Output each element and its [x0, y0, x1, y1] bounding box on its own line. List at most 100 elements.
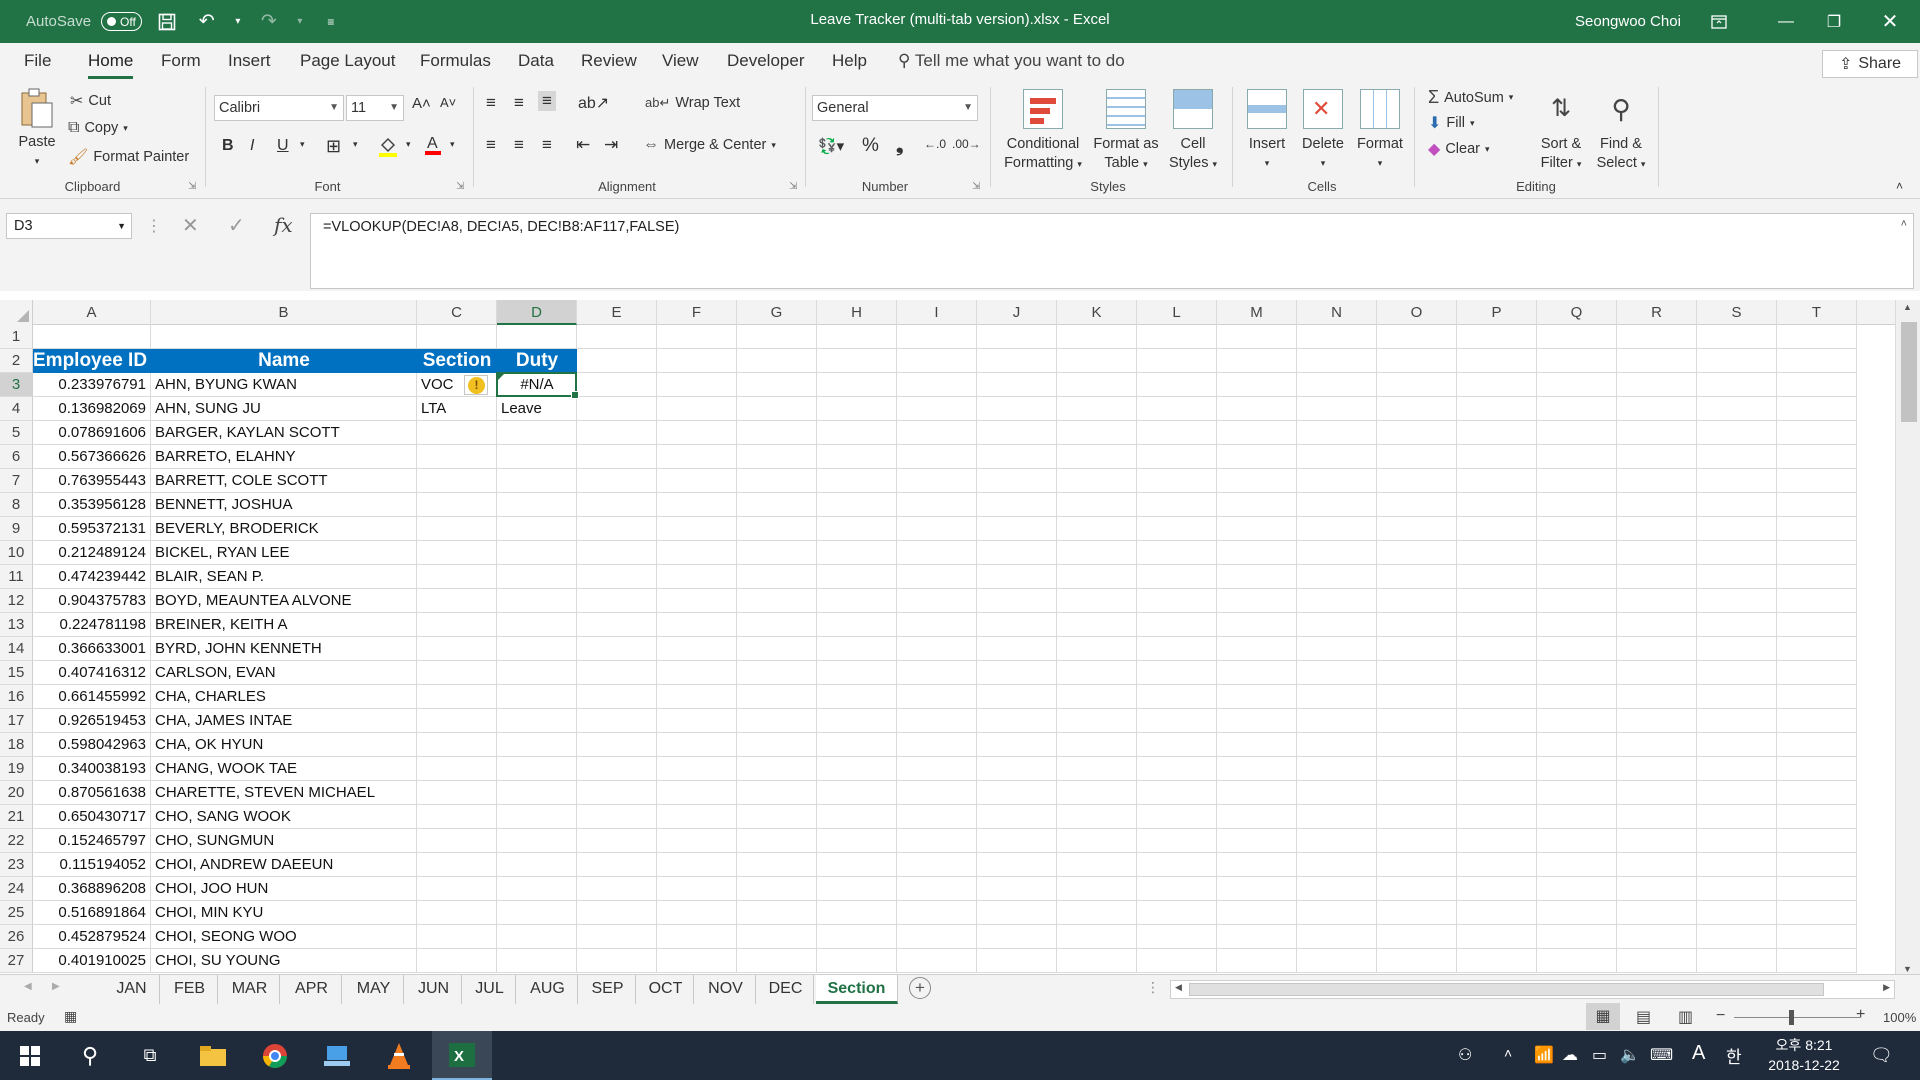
italic-icon[interactable]: I: [250, 137, 254, 155]
row-header-1[interactable]: 1: [0, 325, 33, 349]
borders-dropdown-icon[interactable]: ▾: [353, 139, 358, 150]
copy-button[interactable]: ⧉ Copy ▾: [68, 119, 128, 137]
column-header-m[interactable]: M: [1217, 300, 1297, 325]
confirm-entry-icon[interactable]: ✓: [228, 213, 245, 238]
column-header-o[interactable]: O: [1377, 300, 1457, 325]
clipboard-launcher-icon[interactable]: ⇲: [188, 181, 196, 192]
cell-name[interactable]: CHOI, SU YOUNG: [155, 949, 417, 973]
sheet-tab-feb[interactable]: FEB: [162, 975, 218, 1004]
comma-style-icon[interactable]: ❟: [896, 135, 903, 157]
align-middle-icon[interactable]: ≡: [514, 93, 524, 113]
row-header-3[interactable]: 3: [0, 373, 33, 397]
row-header-4[interactable]: 4: [0, 397, 33, 421]
zoom-out-icon[interactable]: −: [1716, 1007, 1725, 1025]
row-header-16[interactable]: 16: [0, 685, 33, 709]
autosum-button[interactable]: Σ AutoSum ▾: [1428, 87, 1513, 108]
row-header-7[interactable]: 7: [0, 469, 33, 493]
tab-file[interactable]: File: [24, 51, 51, 71]
cell-name[interactable]: CHA, CHARLES: [155, 685, 417, 709]
cell-employee-id[interactable]: 0.926519453: [33, 709, 151, 733]
cell-name[interactable]: BARRETO, ELAHNY: [155, 445, 417, 469]
column-header-t[interactable]: T: [1777, 300, 1857, 325]
tab-insert[interactable]: Insert: [228, 51, 271, 71]
add-sheet-icon[interactable]: +: [909, 977, 931, 999]
sheet-tab-jul[interactable]: JUL: [464, 975, 516, 1004]
copy-dropdown-icon[interactable]: ▾: [123, 123, 128, 134]
column-header-a[interactable]: A: [33, 300, 151, 325]
column-header-k[interactable]: K: [1057, 300, 1137, 325]
column-header-l[interactable]: L: [1137, 300, 1217, 325]
cell-employee-id[interactable]: 0.567366626: [33, 445, 151, 469]
column-header-q[interactable]: Q: [1537, 300, 1617, 325]
row-header-20[interactable]: 20: [0, 781, 33, 805]
row-header-2[interactable]: 2: [0, 349, 33, 373]
cell-employee-id[interactable]: 0.474239442: [33, 565, 151, 589]
column-header-n[interactable]: N: [1297, 300, 1377, 325]
cell-employee-id[interactable]: 0.452879524: [33, 925, 151, 949]
cut-button[interactable]: ✂ Cut: [70, 91, 111, 111]
network-icon[interactable]: 📶: [1534, 1045, 1554, 1065]
fill-color-dropdown-icon[interactable]: ▾: [406, 139, 411, 150]
cell-name[interactable]: BREINER, KEITH A: [155, 613, 417, 637]
search-icon[interactable]: ⚲: [60, 1031, 120, 1080]
people-icon[interactable]: ⚇: [1458, 1045, 1472, 1065]
zoom-in-icon[interactable]: +: [1856, 1006, 1865, 1024]
excel-taskbar-icon[interactable]: X: [432, 1031, 492, 1080]
file-explorer-icon[interactable]: [183, 1031, 243, 1080]
cell-employee-id[interactable]: 0.233976791: [33, 373, 151, 397]
sheet-tab-apr[interactable]: APR: [282, 975, 342, 1004]
cell-name[interactable]: BYRD, JOHN KENNETH: [155, 637, 417, 661]
row-header-15[interactable]: 15: [0, 661, 33, 685]
row-header-14[interactable]: 14: [0, 637, 33, 661]
column-header-s[interactable]: S: [1697, 300, 1777, 325]
cell-employee-id[interactable]: 0.212489124: [33, 541, 151, 565]
cell-name[interactable]: CHA, JAMES INTAE: [155, 709, 417, 733]
sheet-tab-aug[interactable]: AUG: [518, 975, 578, 1004]
vertical-scrollbar[interactable]: ▲ ▼: [1895, 300, 1920, 976]
formula-input[interactable]: =VLOOKUP(DEC!A8, DEC!A5, DEC!B8:AF117,FA…: [310, 213, 1914, 289]
cell-name[interactable]: BOYD, MEAUNTEA ALVONE: [155, 589, 417, 613]
cell-name[interactable]: CHARETTE, STEVEN MICHAEL: [155, 781, 417, 805]
previous-sheet-icon[interactable]: ◀: [24, 981, 32, 992]
insert-cells-button[interactable]: Insert ▾: [1240, 89, 1294, 173]
row-header-19[interactable]: 19: [0, 757, 33, 781]
cell-name[interactable]: BICKEL, RYAN LEE: [155, 541, 417, 565]
zoom-level[interactable]: 100%: [1883, 1010, 1916, 1025]
decrease-indent-icon[interactable]: ⇤: [576, 135, 590, 155]
font-launcher-icon[interactable]: ⇲: [456, 181, 464, 192]
increase-indent-icon[interactable]: ⇥: [604, 135, 618, 155]
font-name-combo[interactable]: Calibri ▼: [214, 95, 344, 121]
row-header-24[interactable]: 24: [0, 877, 33, 901]
row-header-5[interactable]: 5: [0, 421, 33, 445]
number-launcher-icon[interactable]: ⇲: [972, 181, 980, 192]
header-duty[interactable]: Duty: [497, 349, 577, 373]
sheet-tab-section[interactable]: Section: [816, 975, 898, 1004]
cell-employee-id[interactable]: 0.353956128: [33, 493, 151, 517]
macro-record-icon[interactable]: ▦: [64, 1008, 77, 1025]
row-header-9[interactable]: 9: [0, 517, 33, 541]
cell-name[interactable]: CHA, OK HYUN: [155, 733, 417, 757]
column-header-j[interactable]: J: [977, 300, 1057, 325]
cell-employee-id[interactable]: 0.516891864: [33, 901, 151, 925]
row-header-13[interactable]: 13: [0, 613, 33, 637]
number-format-combo[interactable]: General ▼: [812, 95, 978, 121]
align-right-icon[interactable]: ≡: [542, 135, 552, 155]
header-section[interactable]: Section: [417, 349, 497, 373]
volume-icon[interactable]: 🔈: [1620, 1045, 1640, 1065]
sheet-tab-jan[interactable]: JAN: [104, 975, 160, 1004]
sheet-tab-oct[interactable]: OCT: [638, 975, 694, 1004]
collapse-ribbon-icon[interactable]: ˄: [1896, 179, 1903, 193]
notifications-icon[interactable]: 🗨: [1870, 1045, 1893, 1066]
tab-data[interactable]: Data: [518, 51, 554, 71]
horizontal-scroll-thumb[interactable]: [1189, 983, 1824, 996]
cell-employee-id[interactable]: 0.368896208: [33, 877, 151, 901]
row-header-21[interactable]: 21: [0, 805, 33, 829]
vertical-scroll-thumb[interactable]: [1901, 322, 1917, 422]
row-header-10[interactable]: 10: [0, 541, 33, 565]
ime-mode-han[interactable]: 한: [1726, 1043, 1742, 1068]
column-header-e[interactable]: E: [577, 300, 657, 325]
ribbon-display-icon[interactable]: [1695, 0, 1743, 43]
row-header-25[interactable]: 25: [0, 901, 33, 925]
worksheet-grid[interactable]: ABCDEFGHIJKLMNOPQRST 1 2 3 4 5 6 7 8 9 10 11 12 13 14…: [0, 300, 1920, 976]
cell-employee-id[interactable]: 0.407416312: [33, 661, 151, 685]
